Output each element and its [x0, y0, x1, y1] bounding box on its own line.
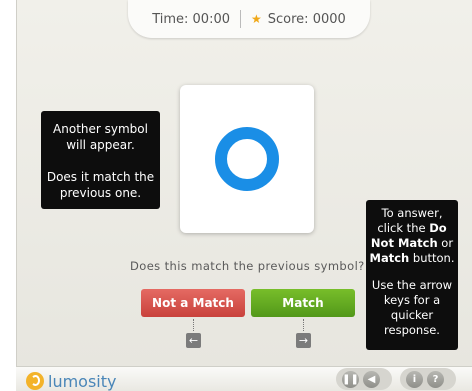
playback-controls: ❚❚ ◀ — [336, 368, 392, 390]
tip-right-line6: keys for a — [383, 293, 441, 307]
pause-icon[interactable]: ❚❚ — [342, 370, 359, 388]
left-arrow-icon[interactable]: ← — [186, 333, 201, 348]
symbol-card — [180, 85, 314, 233]
tip-right-line5: Use the arrow — [371, 278, 453, 292]
tip-right-line8: response. — [384, 323, 440, 337]
sound-icon[interactable]: ◀ — [363, 370, 380, 388]
lumosity-logo-icon — [26, 372, 44, 390]
tip-left-line3: Does it match the — [46, 170, 155, 184]
time-label: Time: — [152, 11, 189, 27]
instruction-tooltip-right: To answer, click the Do Not Match or Mat… — [366, 200, 458, 350]
right-arrow-icon[interactable]: → — [296, 333, 311, 348]
right-key-guide — [303, 319, 304, 331]
logo-text: lumosity — [48, 371, 117, 391]
help-icon[interactable]: ? — [427, 370, 444, 388]
star-icon: ★ — [251, 12, 262, 26]
tip-right-line3: Not Match or — [370, 236, 454, 250]
time-value: 00:00 — [192, 11, 230, 27]
info-icon[interactable]: i — [406, 370, 423, 388]
tip-right-line4: Match button. — [369, 251, 455, 265]
tip-left-line2: will appear. — [66, 138, 135, 152]
left-key-guide — [193, 319, 194, 331]
question-text: Does this match the previous symbol? — [130, 259, 365, 273]
hud-divider — [240, 10, 241, 28]
help-controls: i ? — [400, 368, 456, 390]
score-label: Score: — [267, 11, 309, 27]
tip-left-line4: previous one. — [59, 186, 142, 200]
instruction-tooltip-left: Another symbol will appear. Does it matc… — [41, 111, 160, 209]
circle-symbol-icon — [215, 127, 279, 191]
hud-bar: Time: 00:00 ★ Score: 0000 — [128, 0, 370, 38]
score-value: 0000 — [312, 11, 346, 27]
tip-right-line7: quicker — [390, 308, 434, 322]
lumosity-logo: lumosity — [26, 371, 117, 391]
not-a-match-button[interactable]: Not a Match — [141, 289, 245, 317]
left-edge — [0, 0, 16, 366]
tip-right-line2: click the Do — [377, 221, 447, 235]
tip-left-line1: Another symbol — [53, 122, 148, 136]
tip-right-line1: To answer, — [381, 206, 443, 220]
match-button[interactable]: Match — [251, 289, 355, 317]
